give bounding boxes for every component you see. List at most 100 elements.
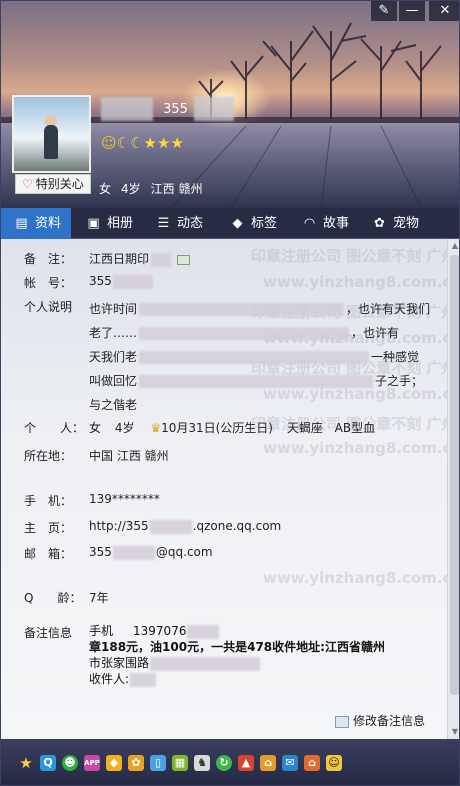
- bio-fragment: 也许时间: [89, 302, 138, 316]
- note-info-label: 备注信息: [24, 626, 73, 640]
- house-icon[interactable]: ⌂: [260, 755, 276, 771]
- remark-label: 备 注：: [24, 252, 73, 266]
- app-icon[interactable]: APP: [84, 755, 100, 771]
- bio-fragment: ，也许有天我们: [346, 302, 431, 316]
- special-care-button[interactable]: ♡ 特别关心: [15, 174, 91, 194]
- email-prefix: 355: [89, 545, 112, 559]
- bio-fragment: 天我们老: [89, 350, 138, 364]
- brush-icon: ✎: [378, 3, 390, 18]
- minimize-icon: —: [405, 3, 419, 18]
- age: 4岁: [121, 182, 141, 196]
- bio-fragment: 老了……: [89, 326, 138, 340]
- personal-value: 女 4岁 ♛10月31日(公历生日) 天蝎座 AB型血: [89, 419, 375, 436]
- scroll-up-icon[interactable]: ▲: [450, 241, 459, 251]
- shop-icon[interactable]: ▲: [238, 755, 254, 771]
- mobile-label: 手 机：: [24, 494, 73, 508]
- avatar[interactable]: [12, 95, 91, 173]
- moon-icon: ☾: [116, 134, 131, 152]
- star-icon[interactable]: ★: [18, 755, 34, 771]
- scroll-down-icon[interactable]: ▼: [450, 727, 459, 737]
- tab-pet[interactable]: ✿ 宠物: [355, 208, 459, 239]
- moon-icon: ☾: [130, 134, 144, 152]
- personal-birthday: 10月31日(公历生日): [161, 421, 273, 435]
- note-recipient: 收件人:: [89, 672, 130, 686]
- scrollbar[interactable]: ▲ ▼: [447, 239, 459, 739]
- location-value: 中国 江西 赣州: [89, 449, 169, 463]
- blurred-homepage: [149, 519, 192, 534]
- bio-line: 老了…… ，也许有: [89, 321, 437, 345]
- tab-label: 宠物: [393, 216, 420, 231]
- blurred-address: [150, 656, 261, 671]
- location-label: 所在地：: [24, 449, 73, 463]
- box-icon[interactable]: ▦: [172, 755, 188, 771]
- qzone-icon[interactable]: Q: [40, 755, 56, 771]
- qage-value: 7年: [89, 591, 109, 605]
- tab-label: 标签: [251, 216, 278, 231]
- phone-icon[interactable]: ▯: [150, 755, 166, 771]
- mobile-value: 139********: [89, 492, 160, 506]
- close-button[interactable]: ✕: [429, 1, 459, 21]
- gift-icon[interactable]: ◆: [106, 755, 122, 771]
- homepage-link[interactable]: http://355 .qzone.qq.com: [89, 519, 281, 534]
- tab-tags[interactable]: ◆ 标签: [215, 208, 287, 239]
- note-phone-line: 手机 1397076: [89, 623, 385, 639]
- tab-label: 动态: [177, 216, 204, 231]
- blurred-account: [112, 274, 153, 289]
- penguin-icon[interactable]: ☺: [326, 755, 342, 771]
- remark-value[interactable]: 江西日期印: [89, 250, 191, 267]
- edit-remark-icon[interactable]: [177, 254, 191, 265]
- story-icon: ◠: [303, 215, 316, 231]
- email-value[interactable]: 355 @qq.com: [89, 545, 213, 560]
- homepage-prefix: http://355: [89, 519, 149, 533]
- bio-text: 也许时间 ，也许有天我们 老了…… ，也许有 天我们老 一种感觉 叫做回忆 子之手； 与…: [89, 297, 437, 417]
- sun-icon: ☺: [101, 134, 117, 152]
- email-suffix: @qq.com: [155, 545, 213, 559]
- blurred-nickname: [101, 97, 153, 121]
- tab-info[interactable]: ▤ 资料: [1, 208, 71, 239]
- blurred-phone: [187, 624, 220, 639]
- note-phone: 1397076: [133, 624, 187, 638]
- personal-gender: 女: [89, 421, 102, 435]
- tab-story[interactable]: ◠ 故事: [287, 208, 355, 239]
- account-text: 355: [89, 274, 112, 288]
- edit-note-button[interactable]: 修改备注信息: [335, 712, 425, 729]
- bio-line: 也许时间 ，也许有天我们: [89, 297, 437, 321]
- profile-content: 印章注册公司 图公章不刻 广州 www.yinzhang8.com.cn 印章注…: [1, 239, 459, 739]
- wechat-icon[interactable]: ☻: [62, 755, 78, 771]
- crown-icon: ♛: [150, 421, 162, 435]
- bio-fragment: 与之偕老: [89, 398, 138, 412]
- account-value: 355: [89, 274, 153, 289]
- bio-line: 天我们老 一种感觉: [89, 345, 437, 369]
- profile-tabs: ▤ 资料 ▣ 相册 ☰ 动态 ◆ 标签 ◠ 故事 ✿ 宠物: [1, 208, 459, 239]
- pet-icon[interactable]: ♞: [194, 755, 210, 771]
- minimize-button[interactable]: —: [399, 1, 425, 21]
- tab-album[interactable]: ▣ 相册: [71, 208, 141, 239]
- watermark: 印章注册公司 图公章不刻 广州: [251, 247, 457, 265]
- tab-label: 相册: [107, 216, 134, 231]
- account-label: 帐 号：: [24, 276, 73, 290]
- note-phone-label: 手机: [89, 624, 114, 638]
- tag-icon: ◆: [232, 215, 243, 231]
- province: 江西: [150, 182, 175, 196]
- note-line: 市张家围路: [89, 655, 385, 671]
- blurred-recipient: [130, 672, 157, 687]
- game-icon[interactable]: ✿: [128, 755, 144, 771]
- note-address: 市张家围路: [89, 656, 150, 670]
- scroll-thumb[interactable]: [450, 255, 459, 695]
- bio-line: 叫做回忆 子之手；: [89, 369, 437, 393]
- bio-line: 与之偕老: [89, 393, 437, 417]
- note-line: 章188元，油100元，一共是478收件地址:江西省赣州: [89, 640, 385, 654]
- tab-feed[interactable]: ☰ 动态: [141, 208, 215, 239]
- special-care-label: 特别关心: [35, 177, 84, 191]
- city: 赣州: [178, 182, 203, 196]
- skin-button[interactable]: ✎: [371, 1, 397, 21]
- blurred-qq-number: [194, 97, 235, 121]
- star-icon: ★: [170, 134, 184, 152]
- email-label: 邮 箱：: [24, 547, 73, 561]
- personal-label: 个 人：: [24, 421, 85, 435]
- pet-icon: ✿: [374, 215, 385, 231]
- edit-icon: [335, 715, 349, 728]
- home-icon[interactable]: ⌂: [304, 755, 320, 771]
- mail-icon[interactable]: ✉: [282, 755, 298, 771]
- refresh-icon[interactable]: ↻: [216, 755, 232, 771]
